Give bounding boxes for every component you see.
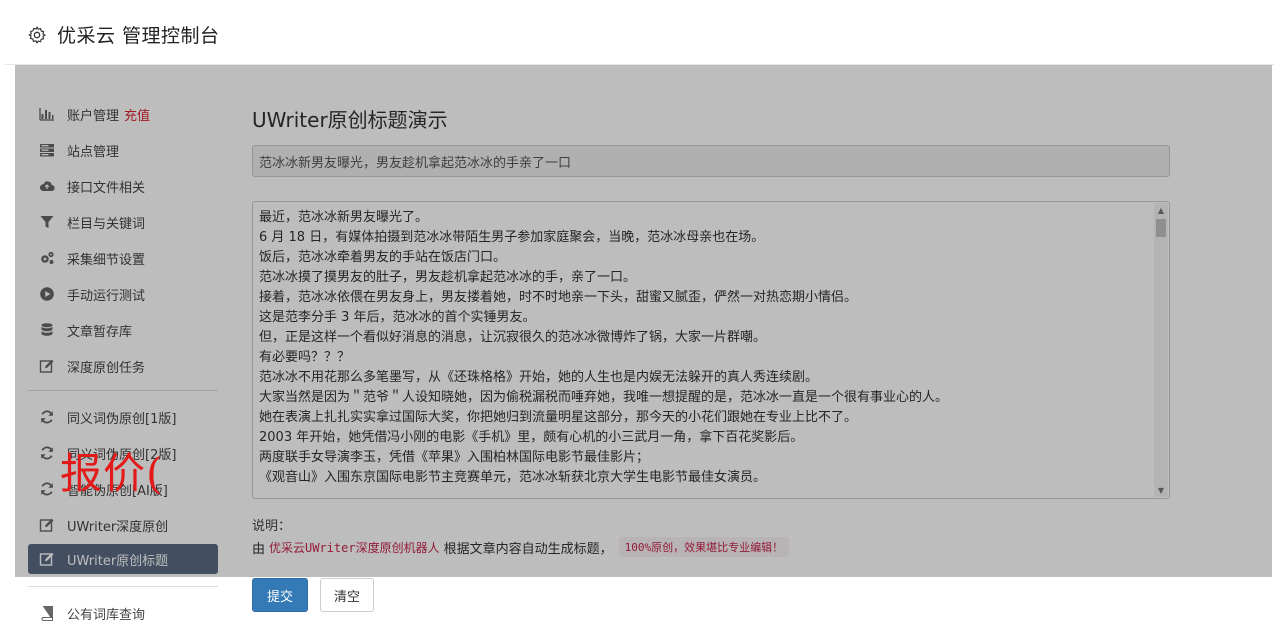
article-line: 两度联手女导演李玉，凭借《苹果》入围柏林国际电影节最佳影片； [259, 450, 650, 465]
sidebar-item-label: UWriter原创标题 [67, 553, 169, 569]
original-badge: 100%原创，效果堪比专业编辑！ [618, 537, 790, 557]
sidebar-item-interface-files[interactable]: 接口文件相关 [28, 168, 218, 204]
article-line: 她在表演上扎扎实实拿过国际大奖，你把她归到流量明星这部分，那今天的小花们跟她在专… [259, 410, 858, 425]
robot-name: 优采云UWriter深度原创机器人 [269, 540, 440, 555]
sidebar-item-label: 账户管理 [67, 108, 120, 124]
article-line: 但，正是这样一个看似好消息的消息，让沉寂很久的范冰冰微博炸了锅，大家一片群嘲。 [259, 330, 767, 345]
sidebar-item-manual-run[interactable]: 手动运行测试 [28, 276, 218, 312]
article-line: 接着，范冰冰依偎在男友身上，男友搂着她，时不时地亲一下头，甜蜜又腻歪，俨然一对热… [259, 290, 858, 305]
sidebar-item-label: 文章暂存库 [67, 324, 133, 340]
filter-icon [38, 213, 56, 231]
sidebar-item-sites[interactable]: 站点管理 [28, 132, 218, 168]
cloud-upload-icon [38, 177, 56, 195]
refresh-icon [38, 480, 56, 498]
sidebar-item-label: UWriter深度原创 [67, 519, 169, 535]
description-label: 说明： [252, 519, 292, 534]
sidebar-item-label: 同义词伪原创[1版] [67, 411, 177, 427]
clear-button[interactable]: 清空 [320, 578, 374, 612]
sidebar-item-deep-original-task[interactable]: 深度原创任务 [28, 348, 218, 384]
database-icon [38, 321, 56, 339]
refresh-icon [38, 444, 56, 462]
sidebar-item-collect-settings[interactable]: 采集细节设置 [28, 240, 218, 276]
article-text: 最近，范冰冰新男友曝光了。 6 月 18 日，有媒体拍摄到范冰冰带陌生男子参加家庭… [253, 202, 1169, 488]
article-line: 范冰冰摸了摸男友的肚子，男友趁机拿起范冰冰的手，亲了一口。 [259, 270, 637, 285]
sidebar-item-label: 智能伪原创[AI版] [67, 483, 168, 499]
scroll-down-arrow-icon[interactable]: ▼ [1154, 483, 1168, 497]
article-textarea[interactable]: 最近，范冰冰新男友曝光了。 6 月 18 日，有媒体拍摄到范冰冰带陌生男子参加家庭… [252, 201, 1170, 499]
sidebar-item-uwriter-title[interactable]: UWriter原创标题 [28, 544, 218, 574]
desc-middle: 根据文章内容自动生成标题， [443, 541, 613, 557]
sidebar-item-label: 公有词库查询 [67, 607, 146, 623]
sidebar-divider [28, 390, 218, 391]
page-title: UWriter原创标题演示 [252, 108, 448, 132]
sidebar-item-label: 采集细节设置 [67, 252, 146, 268]
recharge-link[interactable]: 充值 [124, 105, 150, 124]
article-line: 范冰冰不用花那么多笔墨写，从《还珠格格》开始，她的人生也是内娱无法躲开的真人秀连… [259, 370, 819, 385]
title-input[interactable] [252, 145, 1170, 177]
sidebar-divider [28, 586, 218, 587]
edit-icon [38, 516, 56, 534]
article-line: 这是范李分手 3 年后，范冰冰的首个实锤男友。 [259, 310, 536, 325]
edit-icon [38, 550, 56, 568]
description-text: 由 优采云UWriter深度原创机器人 根据文章内容自动生成标题， 100%原创… [252, 537, 790, 557]
sidebar-item-account[interactable]: 账户管理 充值 [28, 96, 218, 132]
scrollbar[interactable]: ▲ ▼ [1154, 203, 1168, 497]
sidebar-item-label: 接口文件相关 [67, 180, 146, 196]
sidebar-item-synonym-v2[interactable]: 同义词伪原创[2版] [28, 435, 218, 471]
book-icon [38, 604, 56, 622]
sidebar-item-columns-keywords[interactable]: 栏目与关键词 [28, 204, 218, 240]
sidebar-item-public-lexicon[interactable]: 公有词库查询 [28, 595, 218, 631]
play-icon [38, 285, 56, 303]
article-line: 《观音山》入围东京国际电影节主竞赛单元，范冰冰斩获北京大学生电影节最佳女演员。 [259, 470, 767, 485]
refresh-icon [38, 408, 56, 426]
article-line: 6 月 18 日，有媒体拍摄到范冰冰带陌生男子参加家庭聚会，当晚，范冰冰母亲也在… [259, 230, 765, 245]
sidebar-item-article-storage[interactable]: 文章暂存库 [28, 312, 218, 348]
article-line: 饭后，范冰冰牵着男友的手站在饭店门口。 [259, 250, 507, 265]
cogs-icon [38, 249, 56, 267]
gear-icon [28, 26, 46, 44]
bar-chart-icon [38, 105, 56, 123]
sidebar-item-ai-pseudo-original[interactable]: 智能伪原创[AI版] [28, 471, 218, 507]
sidebar-item-uwriter-deep[interactable]: UWriter深度原创 [28, 507, 218, 543]
article-line: 大家当然是因为＂范爷＂人设知晓她，因为偷税漏税而唾弃她，我唯一想提醒的是，范冰冰… [259, 390, 949, 405]
sidebar-item-label: 栏目与关键词 [67, 216, 146, 232]
server-icon [38, 141, 56, 159]
article-line: 最近，范冰冰新男友曝光了。 [259, 210, 429, 225]
sidebar: 账户管理 充值 站点管理 接口文件相关 栏目与关键词 采集细节设置 手动运行测试 [28, 96, 218, 631]
sidebar-item-label: 手动运行测试 [67, 288, 146, 304]
top-header: 优采云 管理控制台 [5, 5, 1274, 65]
article-line: 2003 年开始，她凭借冯小刚的电影《手机》里，颇有心机的小三武月一角，拿下百花… [259, 430, 804, 445]
submit-button[interactable]: 提交 [252, 578, 308, 612]
content-area: UWriter原创标题演示 最近，范冰冰新男友曝光了。 6 月 18 日，有媒体拍… [252, 104, 1172, 612]
sidebar-item-label: 站点管理 [67, 144, 120, 160]
sidebar-item-synonym-v1[interactable]: 同义词伪原创[1版] [28, 399, 218, 435]
sidebar-item-label: 深度原创任务 [67, 360, 146, 376]
edit-icon [38, 357, 56, 375]
scroll-up-arrow-icon[interactable]: ▲ [1154, 203, 1168, 217]
scroll-thumb[interactable] [1156, 219, 1166, 237]
app-title: 优采云 管理控制台 [57, 25, 220, 47]
sidebar-item-label: 同义词伪原创[2版] [67, 447, 177, 463]
article-line: 有必要吗？？？ [259, 350, 351, 365]
desc-prefix: 由 [252, 541, 266, 557]
